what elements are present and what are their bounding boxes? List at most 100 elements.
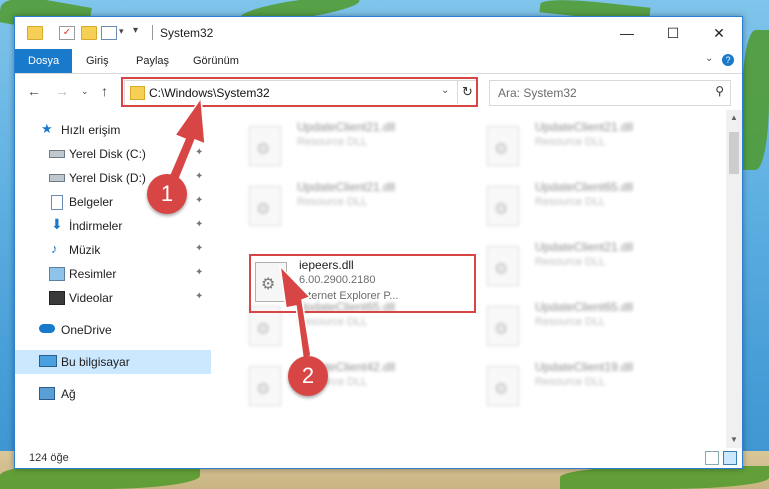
sidebar-item-label: Resimler	[69, 267, 117, 281]
sidebar-item-label: Ağ	[61, 387, 76, 401]
sidebar-item-music[interactable]: ♪ Müzik ✦	[15, 238, 211, 262]
minimize-button[interactable]: —	[604, 17, 650, 49]
file-item[interactable]: UpdateClient42.dll Resource DLL	[241, 356, 461, 410]
folder-icon	[27, 26, 43, 40]
tab-view[interactable]: Görünüm	[180, 49, 252, 73]
videos-icon	[49, 291, 65, 305]
network-icon	[39, 387, 55, 400]
sidebar-item-downloads[interactable]: ⬇ İndirmeler ✦	[15, 214, 211, 238]
dll-file-icon	[487, 246, 519, 286]
computer-icon	[39, 355, 57, 367]
back-arrow-icon[interactable]: ←	[27, 83, 41, 99]
sidebar-item-label: İndirmeler	[69, 219, 123, 233]
close-button[interactable]: ✕	[696, 17, 742, 49]
pin-icon[interactable]: ✦	[195, 267, 203, 278]
dll-file-icon	[487, 366, 519, 406]
pin-icon[interactable]: ✦	[195, 219, 203, 230]
explorer-window: ✓ ▾ ▾ System32 — ☐ ✕ Dosya Giriş Paylaş …	[14, 16, 743, 469]
navigation-bar: ← → ⌄ ↑ C:\Windows\System32 ⌄ ↻ Ara: Sys…	[15, 74, 742, 110]
pin-icon[interactable]: ✦	[195, 195, 203, 206]
step-badge-2: 2	[288, 356, 328, 396]
sidebar-item-quick-access[interactable]: ★ Hızlı erişim	[15, 118, 211, 142]
cloud-icon	[39, 324, 55, 333]
customize-toolbar-icon[interactable]: ▾	[133, 25, 138, 36]
music-icon: ♪	[51, 241, 58, 256]
dll-file-icon	[487, 126, 519, 166]
file-type: Resource DLL	[535, 376, 606, 388]
properties-icon[interactable]	[101, 26, 117, 40]
maximize-button[interactable]: ☐	[650, 17, 696, 49]
sidebar-item-onedrive[interactable]: OneDrive	[15, 318, 211, 342]
scroll-up-icon[interactable]: ▲	[726, 110, 742, 126]
scroll-down-icon[interactable]: ▼	[726, 432, 742, 448]
file-item[interactable]: UpdateClient65.dll Resource DLL	[479, 296, 699, 350]
vertical-scrollbar[interactable]: ▲ ▼	[726, 110, 742, 448]
sidebar-item-pictures[interactable]: Resimler ✦	[15, 262, 211, 286]
documents-icon	[51, 195, 63, 210]
file-item[interactable]: UpdateClient21.dll Resource DLL	[241, 176, 461, 230]
status-bar: 124 öğe	[15, 448, 742, 468]
drive-icon	[49, 174, 65, 182]
sidebar-item-label: OneDrive	[61, 323, 112, 337]
pin-icon[interactable]: ✦	[195, 147, 203, 158]
file-name: UpdateClient19.dll	[535, 360, 634, 374]
file-type: Resource DLL	[535, 196, 606, 208]
help-icon[interactable]: ?	[722, 54, 734, 66]
title-separator	[152, 25, 153, 40]
pin-icon[interactable]: ✦	[195, 171, 203, 182]
step-badge-1: 1	[147, 174, 187, 214]
sidebar-item-label: Yerel Disk (C:)	[69, 147, 146, 161]
sidebar-item-network[interactable]: Ağ	[15, 382, 211, 406]
file-item[interactable]: UpdateClient21.dll Resource DLL	[479, 116, 699, 170]
search-input[interactable]: Ara: System32 ⚲	[489, 80, 731, 106]
address-highlight-box	[121, 77, 478, 107]
dll-file-icon	[487, 186, 519, 226]
file-name: UpdateClient21.dll	[297, 180, 396, 194]
palm-leaf	[742, 30, 769, 170]
sidebar-item-videos[interactable]: Videolar ✦	[15, 286, 211, 310]
sidebar-item-this-pc[interactable]: Bu bilgisayar	[15, 350, 211, 374]
up-arrow-icon[interactable]: ↑	[101, 83, 108, 99]
sidebar-item-label: Belgeler	[69, 195, 114, 209]
file-list: UpdateClient21.dll Resource DLL UpdateCl…	[227, 110, 727, 448]
sidebar-item-label: Müzik	[69, 243, 101, 257]
file-item[interactable]: UpdateClient21.dll Resource DLL	[241, 116, 461, 170]
file-type: Resource DLL	[297, 136, 368, 148]
file-type: Resource DLL	[297, 316, 368, 328]
tab-home[interactable]: Giriş	[73, 49, 122, 73]
title-bar: ✓ ▾ ▾ System32 — ☐ ✕	[15, 17, 742, 49]
palm-leaf	[560, 466, 769, 489]
scrollbar-thumb[interactable]	[729, 132, 739, 174]
tiles-view-icon[interactable]	[723, 451, 737, 465]
details-view-icon[interactable]	[705, 451, 719, 465]
drive-icon	[49, 150, 65, 158]
sidebar-item-label: Bu bilgisayar	[61, 355, 130, 369]
quick-access-dropdown-icon[interactable]: ▾	[119, 26, 124, 37]
recent-locations-icon[interactable]: ⌄	[81, 86, 89, 97]
file-item[interactable]: UpdateClient65.dll Resource DLL	[479, 176, 699, 230]
window-title: System32	[160, 26, 214, 40]
file-name: UpdateClient21.dll	[535, 240, 634, 254]
sidebar-item-label: Videolar	[69, 291, 113, 305]
properties-check-icon[interactable]: ✓	[59, 26, 75, 40]
file-name: UpdateClient65.dll	[535, 180, 634, 194]
search-icon[interactable]: ⚲	[715, 84, 724, 98]
dll-file-icon	[249, 366, 281, 406]
tab-file[interactable]: Dosya	[15, 49, 73, 73]
pin-icon[interactable]: ✦	[195, 243, 203, 254]
new-folder-icon[interactable]	[81, 26, 97, 40]
navigation-pane: ★ Hızlı erişim Yerel Disk (C:) ✦ Yerel D…	[15, 110, 211, 448]
dll-file-icon	[487, 306, 519, 346]
forward-arrow-icon[interactable]: →	[55, 83, 69, 99]
tab-share[interactable]: Paylaş	[123, 49, 182, 73]
file-type: Resource DLL	[535, 316, 606, 328]
ribbon-tabs: Dosya Giriş Paylaş Görünüm ⌄ ?	[15, 49, 742, 74]
chevron-down-icon[interactable]: ⌄	[705, 53, 713, 64]
item-count: 124 öğe	[29, 452, 69, 464]
dll-file-icon	[249, 186, 281, 226]
file-item[interactable]: UpdateClient21.dll Resource DLL	[479, 236, 699, 290]
pin-icon[interactable]: ✦	[195, 291, 203, 302]
sidebar-item-drive-c[interactable]: Yerel Disk (C:) ✦	[15, 142, 211, 166]
sidebar-item-label: Hızlı erişim	[61, 123, 121, 137]
file-item[interactable]: UpdateClient19.dll Resource DLL	[479, 356, 699, 410]
